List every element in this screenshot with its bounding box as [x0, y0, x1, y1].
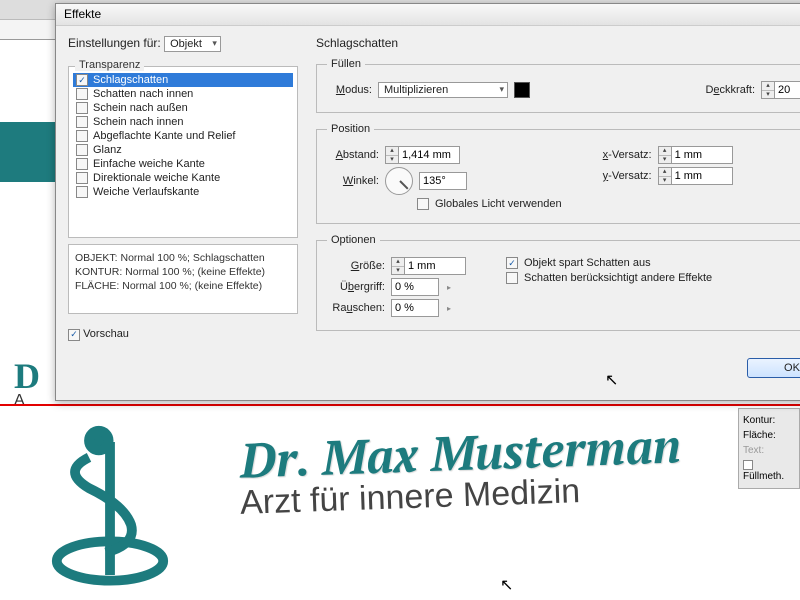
fx-item[interactable]: Schatten nach innen [73, 87, 293, 101]
honor-label: Schatten berücksichtigt andere Effekte [524, 272, 712, 284]
fx-label: Weiche Verlaufskante [93, 186, 199, 198]
summary-line: FLÄCHE: Normal 100 %; (keine Effekte) [75, 279, 291, 293]
fx-label: Glanz [93, 144, 122, 156]
side-flaeche: Fläche: [743, 428, 795, 443]
side-fullmeth[interactable]: Füllmeth. [743, 458, 795, 484]
fx-checkbox[interactable] [76, 158, 88, 170]
settings-for-combo[interactable]: Objekt [164, 36, 221, 52]
global-light-checkbox[interactable] [417, 198, 429, 210]
fx-label: Schatten nach innen [93, 88, 193, 100]
fx-checkbox[interactable]: ✓ [76, 74, 88, 86]
fill-legend: Füllen [327, 58, 365, 70]
spread-input[interactable] [391, 278, 439, 296]
fx-label: Abgeflachte Kante und Relief [93, 130, 236, 142]
position-legend: Position [327, 123, 374, 135]
color-swatch[interactable] [514, 82, 530, 98]
knockout-label: Objekt spart Schatten aus [524, 257, 651, 269]
ok-button[interactable]: OK [747, 358, 800, 378]
transparency-legend: Transparenz [75, 59, 144, 71]
fx-label: Schlagschatten [93, 74, 168, 86]
fill-fieldset: Füllen Modus: Multiplizieren Deckkraft: … [316, 58, 800, 113]
fx-item[interactable]: Weiche Verlaufskante [73, 185, 293, 199]
fx-label: Einfache weiche Kante [93, 158, 205, 170]
fx-item[interactable]: Direktionale weiche Kante [73, 171, 293, 185]
angle-dial[interactable] [385, 167, 413, 195]
fx-label: Schein nach innen [93, 116, 184, 128]
fx-checkbox[interactable] [76, 116, 88, 128]
noise-input[interactable] [391, 299, 439, 317]
summary-line: KONTUR: Normal 100 %; (keine Effekte) [75, 265, 291, 279]
panel-header: Schlagschatten [316, 36, 800, 50]
bg-sub-partial: A [14, 392, 25, 410]
angle-input[interactable] [419, 172, 467, 190]
fx-checkbox[interactable] [76, 130, 88, 142]
mode-combo[interactable]: Multiplizieren [378, 82, 508, 98]
side-text: Text: [743, 443, 795, 458]
side-panel: Kontur: Fläche: Text: Füllmeth. [738, 408, 800, 489]
position-fieldset: Position Abstand: ▴▾ Winkel: [316, 123, 800, 224]
xoffset-spinner[interactable]: ▴▾ [658, 146, 733, 164]
preview-checkbox[interactable]: ✓ Vorschau [68, 328, 298, 341]
yoffset-spinner[interactable]: ▴▾ [658, 167, 733, 185]
bg-title-partial: D [14, 355, 40, 397]
size-spinner[interactable]: ▴▾ [391, 257, 466, 275]
options-fieldset: Optionen Größe: ▴▾ Übergriff: ▸ Rauschen… [316, 234, 800, 331]
fx-item[interactable]: Glanz [73, 143, 293, 157]
settings-for-label: Einstellungen für: [68, 36, 161, 50]
fx-label: Schein nach außen [93, 102, 188, 114]
logo-asclepius [40, 420, 180, 590]
fx-checkbox[interactable] [76, 172, 88, 184]
opacity-spinner[interactable]: ▴▾ [761, 81, 800, 99]
options-legend: Optionen [327, 234, 380, 246]
global-light-label: Globales Licht verwenden [435, 198, 562, 210]
settings-for-row: Einstellungen für: Objekt [68, 36, 298, 52]
dialog-title: Effekte [56, 4, 800, 26]
fx-item[interactable]: Schein nach außen [73, 101, 293, 115]
effects-dialog: Effekte Einstellungen für: Objekt Transp… [55, 3, 800, 401]
honor-checkbox[interactable] [506, 272, 518, 284]
guide-line [0, 404, 800, 406]
fx-checkbox[interactable] [76, 186, 88, 198]
fx-checkbox[interactable] [76, 88, 88, 100]
knockout-checkbox[interactable]: ✓ [506, 257, 518, 269]
fx-item[interactable]: Schein nach innen [73, 115, 293, 129]
fx-item[interactable]: Einfache weiche Kante [73, 157, 293, 171]
opacity-label: Deckkraft: [705, 84, 755, 96]
fx-checkbox[interactable] [76, 144, 88, 156]
distance-spinner[interactable]: ▴▾ [385, 146, 460, 164]
fx-label: Direktionale weiche Kante [93, 172, 220, 184]
fx-item[interactable]: Abgeflachte Kante und Relief [73, 129, 293, 143]
side-kontur: Kontur: [743, 413, 795, 428]
fx-item[interactable]: ✓ Schlagschatten [73, 73, 293, 87]
transparency-group: Transparenz ✓SchlagschattenSchatten nach… [68, 66, 298, 238]
fx-summary: OBJEKT: Normal 100 %; Schlagschatten KON… [68, 244, 298, 314]
preview-label: Vorschau [83, 328, 129, 340]
fx-checkbox[interactable] [76, 102, 88, 114]
summary-line: OBJEKT: Normal 100 %; Schlagschatten [75, 251, 291, 265]
